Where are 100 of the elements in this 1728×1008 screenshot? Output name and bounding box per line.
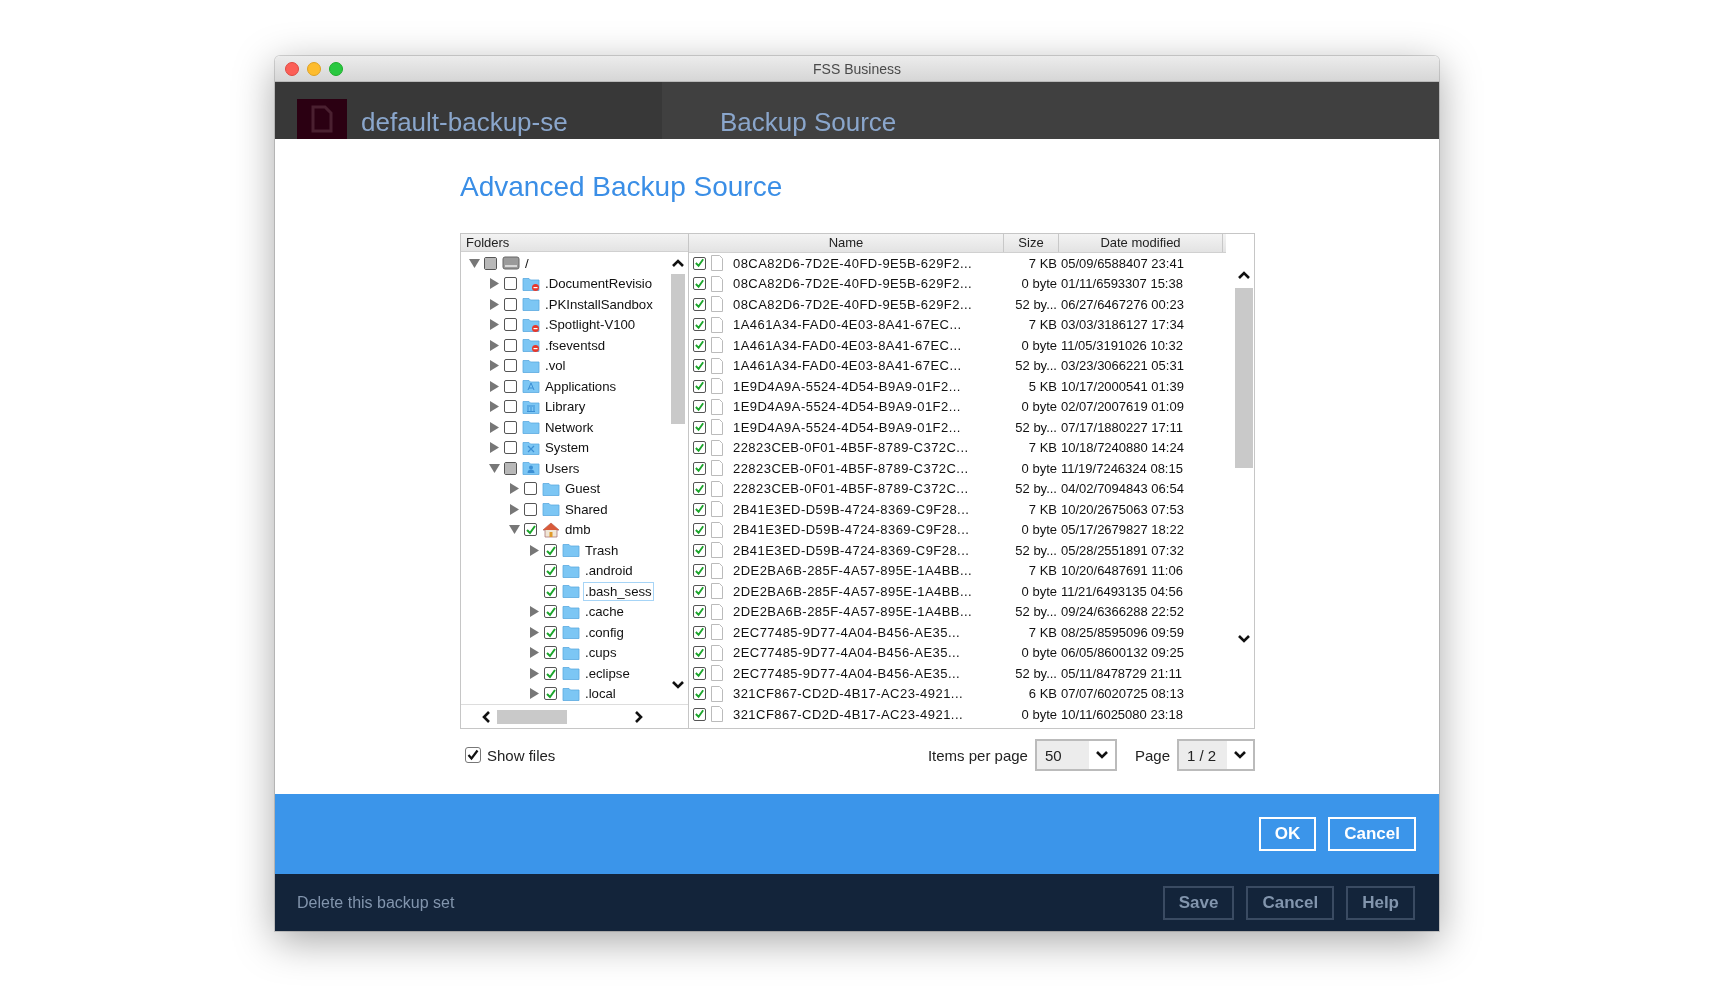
disclosure-triangle-icon[interactable]: [489, 421, 499, 433]
save-button[interactable]: Save: [1162, 885, 1235, 920]
checkbox[interactable]: [693, 256, 706, 270]
checkbox[interactable]: [693, 359, 706, 373]
checkbox[interactable]: [693, 646, 706, 660]
checkbox[interactable]: [504, 379, 517, 393]
folder-name[interactable]: .android: [583, 561, 635, 581]
checkbox[interactable]: [693, 482, 706, 496]
disclosure-triangle-icon[interactable]: [529, 688, 539, 700]
checkbox[interactable]: [693, 502, 706, 516]
folder-name[interactable]: .local: [583, 684, 618, 704]
checkbox[interactable]: [544, 564, 557, 578]
disclosure-triangle-icon[interactable]: [489, 278, 499, 290]
disclosure-triangle-icon[interactable]: [529, 606, 539, 618]
checkbox[interactable]: [504, 297, 517, 311]
checkbox[interactable]: [544, 666, 557, 680]
checkbox[interactable]: [504, 461, 517, 475]
cancel-button[interactable]: Cancel: [1246, 885, 1335, 920]
disclosure-triangle-icon[interactable]: [489, 380, 499, 392]
scrollbar-thumb[interactable]: [1235, 288, 1253, 468]
checkbox[interactable]: [693, 338, 706, 352]
checkbox[interactable]: [544, 605, 557, 619]
checkbox[interactable]: [544, 646, 557, 660]
folder-name[interactable]: .PKInstallSandbox: [543, 294, 655, 314]
scroll-left-icon[interactable]: [481, 709, 491, 724]
checkbox[interactable]: [693, 318, 706, 332]
page-select[interactable]: 1 / 2: [1177, 739, 1255, 771]
folder-name[interactable]: Guest: [563, 479, 603, 499]
disclosure-triangle-icon[interactable]: [489, 339, 499, 351]
checkbox[interactable]: [693, 687, 706, 701]
disclosure-triangle-icon[interactable]: [529, 647, 539, 659]
folder-name[interactable]: .vol: [543, 356, 568, 376]
disclosure-triangle-icon[interactable]: [489, 401, 499, 413]
folder-name[interactable]: Applications: [543, 376, 619, 396]
folder-name[interactable]: Shared: [563, 499, 610, 519]
column-header[interactable]: Date modified: [1059, 234, 1223, 252]
checkbox[interactable]: [693, 420, 706, 434]
show-files-checkbox[interactable]: [465, 747, 481, 763]
folder-name[interactable]: .DocumentRevisio: [543, 274, 654, 294]
disclosure-triangle-icon[interactable]: [489, 360, 499, 372]
disclosure-triangle-icon[interactable]: [529, 544, 539, 556]
disclosure-triangle-icon[interactable]: [508, 525, 520, 535]
checkbox[interactable]: [693, 666, 706, 680]
checkbox[interactable]: [504, 441, 517, 455]
scroll-down-icon[interactable]: [1237, 634, 1251, 644]
scroll-right-icon[interactable]: [634, 709, 644, 724]
checkbox[interactable]: [693, 605, 706, 619]
disclosure-triangle-icon[interactable]: [509, 483, 519, 495]
checkbox[interactable]: [504, 359, 517, 373]
folder-name[interactable]: Library: [543, 397, 588, 417]
delete-backup-set-link[interactable]: Delete this backup set: [297, 893, 1151, 912]
folder-name[interactable]: System: [543, 438, 591, 458]
scroll-down-icon[interactable]: [671, 680, 685, 690]
folder-name[interactable]: .cups: [583, 643, 619, 663]
checkbox[interactable]: [524, 482, 537, 496]
checkbox[interactable]: [544, 687, 557, 701]
checkbox[interactable]: [693, 707, 706, 721]
folder-name[interactable]: Network: [543, 417, 596, 437]
column-header[interactable]: Folders: [461, 234, 688, 252]
checkbox[interactable]: [693, 400, 706, 414]
column-header[interactable]: Name: [689, 234, 1004, 252]
checkbox[interactable]: [693, 523, 706, 537]
checkbox[interactable]: [504, 338, 517, 352]
folder-name[interactable]: .config: [583, 622, 626, 642]
folder-name[interactable]: .cache: [583, 602, 626, 622]
items-per-page-select[interactable]: 50: [1034, 739, 1117, 771]
column-header[interactable]: Size: [1004, 234, 1059, 252]
checkbox[interactable]: [544, 625, 557, 639]
disclosure-triangle-icon[interactable]: [489, 319, 499, 331]
disclosure-triangle-icon[interactable]: [489, 442, 499, 454]
folder-name[interactable]: .bash_sess: [583, 581, 654, 601]
checkbox[interactable]: [504, 318, 517, 332]
checkbox[interactable]: [544, 584, 557, 598]
help-button[interactable]: Help: [1346, 885, 1415, 920]
scroll-up-icon[interactable]: [671, 258, 685, 268]
checkbox[interactable]: [693, 277, 706, 291]
disclosure-triangle-icon[interactable]: [489, 298, 499, 310]
checkbox[interactable]: [504, 420, 517, 434]
folder-name[interactable]: .fseventsd: [543, 335, 608, 355]
disclosure-triangle-icon[interactable]: [529, 626, 539, 638]
checkbox[interactable]: [693, 461, 706, 475]
checkbox[interactable]: [693, 379, 706, 393]
disclosure-triangle-icon[interactable]: [468, 258, 480, 268]
checkbox[interactable]: [504, 277, 517, 291]
folder-name[interactable]: /: [523, 253, 531, 273]
folder-name[interactable]: Users: [543, 458, 582, 478]
checkbox[interactable]: [693, 297, 706, 311]
checkbox[interactable]: [524, 502, 537, 516]
disclosure-triangle-icon[interactable]: [509, 503, 519, 515]
checkbox[interactable]: [484, 256, 497, 270]
checkbox[interactable]: [504, 400, 517, 414]
checkbox[interactable]: [524, 523, 537, 537]
scroll-up-icon[interactable]: [1237, 270, 1251, 280]
checkbox[interactable]: [693, 584, 706, 598]
folder-name[interactable]: .eclipse: [583, 663, 632, 683]
checkbox[interactable]: [544, 543, 557, 557]
checkbox[interactable]: [693, 441, 706, 455]
folder-name[interactable]: Trash: [583, 540, 621, 560]
folder-name[interactable]: .Spotlight-V100: [543, 315, 638, 335]
checkbox[interactable]: [693, 543, 706, 557]
